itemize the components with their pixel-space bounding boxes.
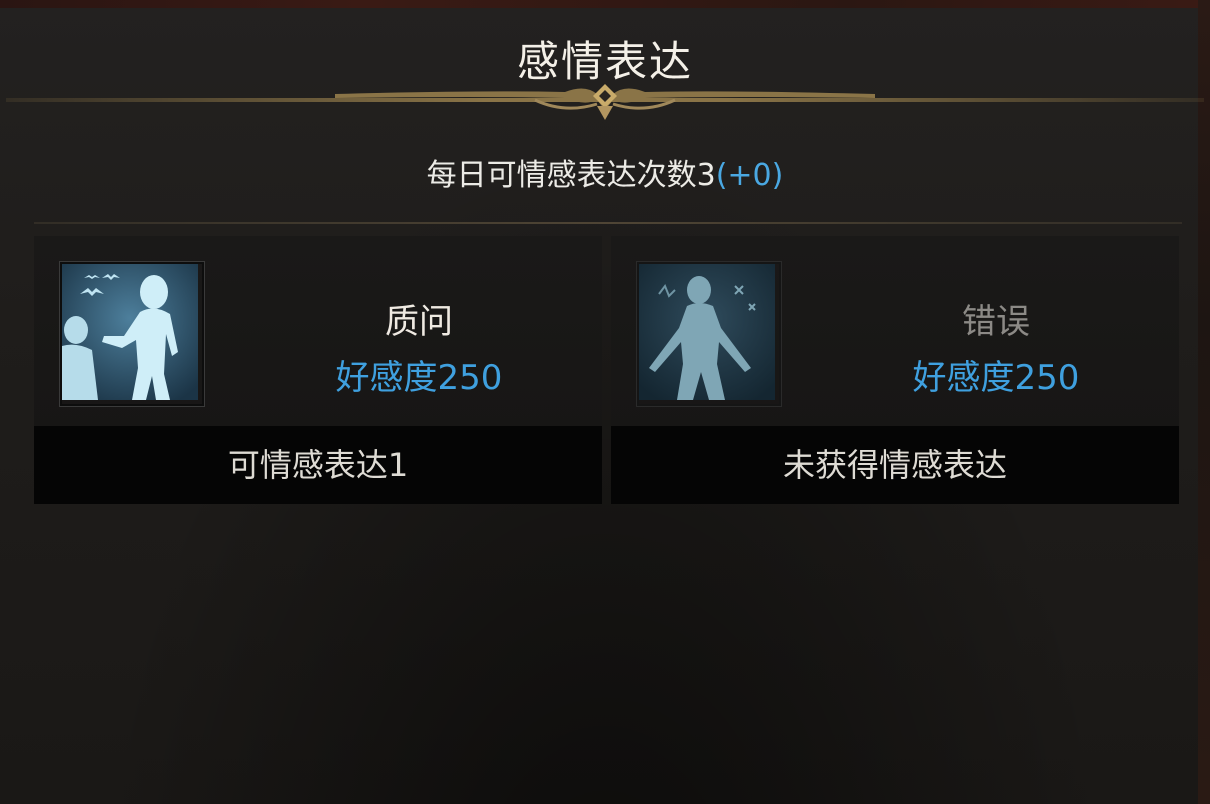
emote-name: 质问	[385, 302, 453, 342]
daily-count-bonus: (+0)	[715, 158, 784, 193]
emote-panel: 感情表达 每日可情感表达次数3(+0) 质问 好感度250 可情感表达1 错误 …	[0, 0, 1210, 804]
daily-count-label: 每日可情感表达次数3	[426, 158, 716, 193]
mistake-emote-icon	[637, 262, 781, 406]
emote-status: 未获得情感表达	[611, 426, 1179, 504]
daily-emote-count: 每日可情感表达次数3(+0)	[0, 150, 1210, 194]
interrogate-emote-icon	[60, 262, 204, 406]
emote-name: 错误	[962, 302, 1030, 342]
emote-card-interrogate[interactable]: 质问 好感度250 可情感表达1	[34, 236, 602, 504]
title-ornament-icon	[335, 84, 875, 120]
emote-status: 可情感表达1	[34, 426, 602, 504]
emote-card-mistake[interactable]: 错误 好感度250 未获得情感表达	[611, 236, 1179, 504]
panel-right-edge	[1198, 0, 1210, 804]
panel-top-edge	[0, 0, 1210, 8]
section-divider	[34, 222, 1182, 224]
emote-favor: 好感度250	[912, 358, 1080, 398]
emote-favor: 好感度250	[335, 358, 503, 398]
